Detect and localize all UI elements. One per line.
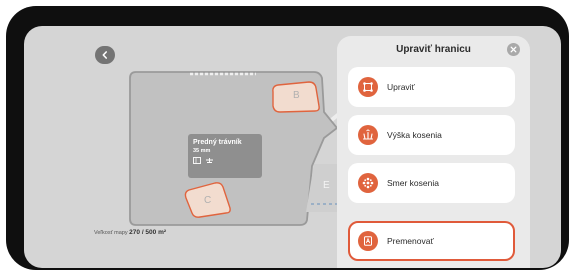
menu-item-label: Smer kosenia <box>387 178 439 188</box>
grass-height-icon <box>358 125 378 145</box>
back-button[interactable] <box>95 46 115 64</box>
menu-item-label: Premenovať <box>387 236 434 246</box>
zone-c-label: C <box>204 195 212 206</box>
app-screen: B C E Predný trávník 35 mm Veľkosť mapy <box>24 26 561 268</box>
menu-item-mowing-direction[interactable]: Smer kosenia <box>348 163 515 203</box>
zone-e-label: E <box>323 180 330 191</box>
edit-boundary-panel: Upraviť hranicu Upraviť Výška kosenia Sm… <box>337 36 530 268</box>
menu-item-rename[interactable]: Premenovať <box>348 221 515 261</box>
close-button[interactable] <box>507 43 520 56</box>
map-size-indicator: Veľkosť mapy 270 / 500 m² <box>94 229 166 236</box>
edit-boundary-icon <box>358 77 378 97</box>
device-frame: B C E Predný trávník 35 mm Veľkosť mapy <box>6 6 569 270</box>
close-icon <box>510 46 517 53</box>
menu-item-label: Upraviť <box>387 82 415 92</box>
zone-mowing-height: 35 mm <box>193 148 211 154</box>
map-size-label: Veľkosť mapy <box>94 230 128 236</box>
zone-b-label: B <box>293 90 300 101</box>
menu-item-label: Výška kosenia <box>387 130 442 140</box>
panel-title: Upraviť hranicu <box>396 44 471 55</box>
chevron-left-icon <box>102 51 107 59</box>
selected-zone-card[interactable]: Predný trávník 35 mm <box>188 134 262 178</box>
menu-item-mowing-height[interactable]: Výška kosenia <box>348 115 515 155</box>
menu-item-edit[interactable]: Upraviť <box>348 67 515 107</box>
mowing-direction-icon <box>358 173 378 193</box>
zone-name: Predný trávník <box>193 139 242 146</box>
map-icon <box>193 157 201 164</box>
rename-icon <box>358 231 378 251</box>
mower-icon <box>206 158 213 163</box>
map-size-value: 270 / 500 m² <box>129 229 167 236</box>
